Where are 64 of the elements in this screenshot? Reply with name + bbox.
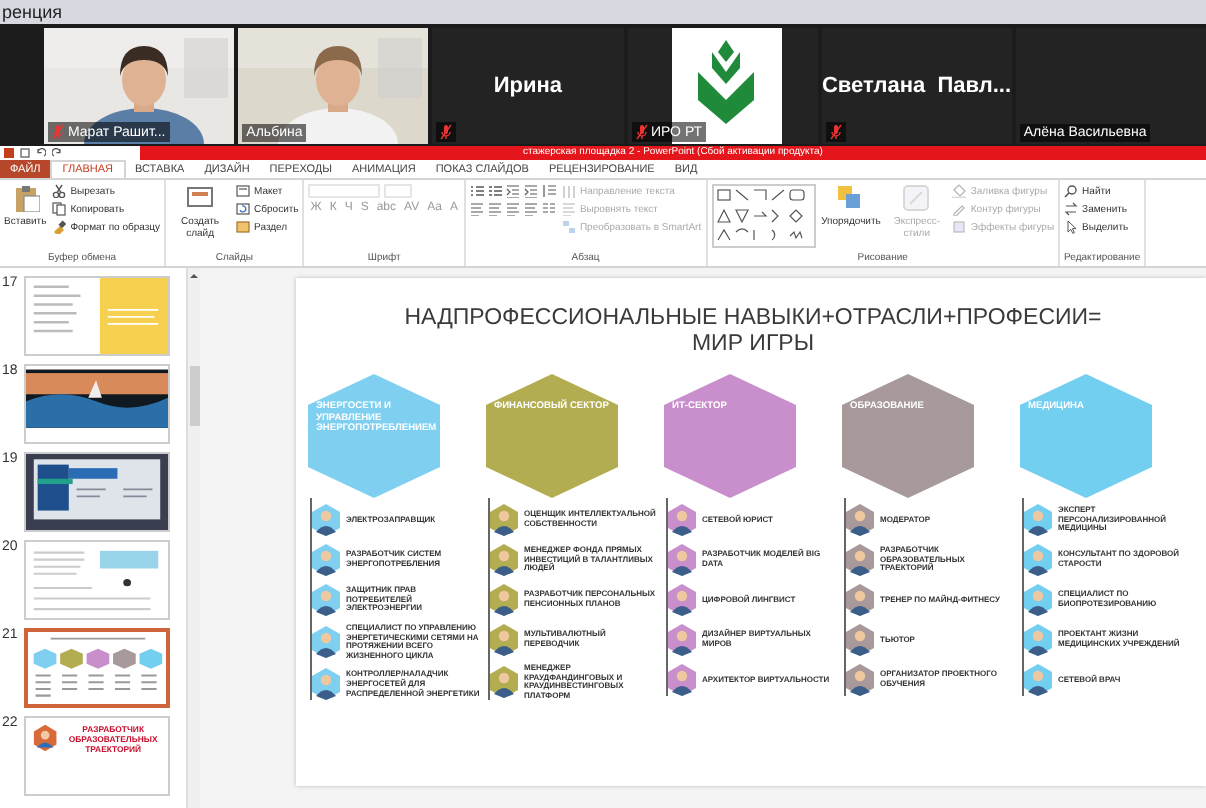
participant-name: Ирина xyxy=(493,74,562,98)
person-icon xyxy=(312,504,340,536)
undo-icon[interactable] xyxy=(36,148,46,158)
slide-thumbnail[interactable] xyxy=(24,540,170,620)
brush-icon xyxy=(52,220,67,234)
person-icon xyxy=(846,504,874,536)
window-title: ренция xyxy=(2,0,63,24)
slide-thumbnail[interactable] xyxy=(24,628,170,708)
person-icon xyxy=(1024,544,1052,576)
align-icon[interactable] xyxy=(469,202,484,216)
search-icon xyxy=(1064,184,1079,198)
numbered-list-icon[interactable] xyxy=(487,184,502,198)
person-icon xyxy=(1024,624,1052,656)
person-icon xyxy=(846,664,874,696)
person-icon xyxy=(668,664,696,696)
person-icon xyxy=(490,584,518,616)
paint-bucket-icon xyxy=(952,184,967,198)
person-icon xyxy=(668,624,696,656)
person-icon xyxy=(846,584,874,616)
person-icon xyxy=(846,544,874,576)
redo-icon[interactable] xyxy=(52,148,62,158)
copy-icon xyxy=(52,202,67,216)
person-icon xyxy=(846,624,874,656)
indent-icon[interactable] xyxy=(505,184,520,198)
person-icon xyxy=(1024,584,1052,616)
person-icon xyxy=(312,584,340,616)
text-direction-icon xyxy=(561,184,576,198)
bullet-list-icon[interactable] xyxy=(469,184,484,198)
slide-preview-drawing xyxy=(26,454,168,530)
section-icon xyxy=(236,220,251,234)
participant-name: Светлана Павл... xyxy=(821,74,1012,98)
slide-thumbnail[interactable] xyxy=(24,452,170,532)
scrollbar-thumb[interactable] xyxy=(189,366,199,426)
align-icon xyxy=(561,202,576,216)
smartart-icon xyxy=(561,220,576,234)
person-icon xyxy=(668,544,696,576)
cursor-icon xyxy=(1064,220,1079,234)
slide-title: НАДПРОФЕССИОНАЛЬНЫЕ НАВЫКИ+ОТРАСЛИ+ПРОФЕСИИ= xyxy=(404,306,1102,332)
person-icon xyxy=(312,544,340,576)
person-icon xyxy=(312,626,340,659)
replace-icon xyxy=(1064,202,1079,216)
person-icon xyxy=(490,544,518,576)
person-icon xyxy=(32,724,59,752)
person-icon xyxy=(1024,504,1052,536)
person-icon xyxy=(490,624,518,656)
save-icon[interactable] xyxy=(20,148,30,158)
line-spacing-icon[interactable] xyxy=(541,184,556,198)
person-icon xyxy=(312,668,340,701)
person-icon xyxy=(668,584,696,616)
shapes-gallery[interactable] xyxy=(711,184,816,248)
slide-thumbnail[interactable] xyxy=(24,364,170,444)
scissors-icon xyxy=(52,184,67,198)
person-icon xyxy=(490,504,518,536)
person-icon xyxy=(1024,664,1052,696)
slide-thumbnail[interactable] xyxy=(24,276,170,356)
person-icon xyxy=(490,666,518,699)
indent-icon[interactable] xyxy=(523,184,538,198)
slide-title: МИР ИГРЫ xyxy=(691,332,815,358)
arrange-icon xyxy=(836,184,865,212)
shape-styles-icon xyxy=(902,184,931,212)
person-icon xyxy=(668,504,696,536)
pencil-icon xyxy=(952,202,967,216)
shape-effects-icon xyxy=(952,220,967,234)
reset-icon xyxy=(236,202,251,216)
